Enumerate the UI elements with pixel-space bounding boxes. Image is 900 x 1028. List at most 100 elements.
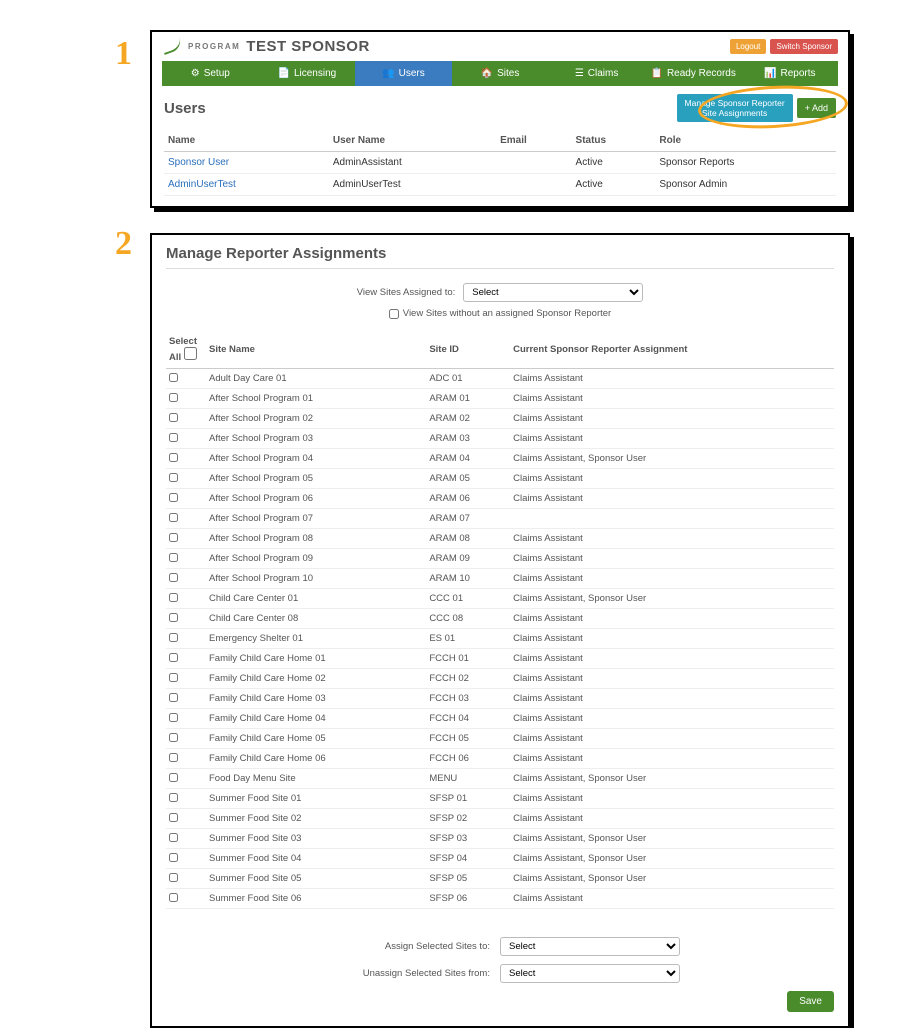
col-email[interactable]: Email — [496, 130, 571, 152]
assignment-cell: Claims Assistant — [510, 569, 834, 589]
select-cell — [166, 729, 206, 749]
nav-reports[interactable]: 📊 Reports — [741, 61, 838, 86]
row-checkbox[interactable] — [169, 653, 178, 662]
users-icon: 👥 — [382, 68, 394, 79]
row-checkbox[interactable] — [169, 833, 178, 842]
add-user-button[interactable]: + Add — [797, 98, 836, 118]
email-cell — [496, 152, 571, 174]
save-button[interactable]: Save — [787, 991, 834, 1012]
col-assignment[interactable]: Current Sponsor Reporter Assignment — [510, 331, 834, 369]
row-checkbox[interactable] — [169, 713, 178, 722]
assignment-cell: Claims Assistant, Sponsor User — [510, 769, 834, 789]
nav-users[interactable]: 👥 Users — [355, 61, 452, 86]
row-checkbox[interactable] — [169, 573, 178, 582]
table-row: Family Child Care Home 05FCCH 05Claims A… — [166, 729, 834, 749]
assignment-cell: Claims Assistant — [510, 369, 834, 389]
select-cell — [166, 849, 206, 869]
assign-select[interactable]: Select — [500, 937, 680, 956]
site-name-cell: Summer Food Site 06 — [206, 889, 426, 909]
row-checkbox[interactable] — [169, 513, 178, 522]
sites-table: Select All Site Name Site ID Current Spo… — [166, 331, 834, 909]
col-role[interactable]: Role — [655, 130, 836, 152]
row-checkbox[interactable] — [169, 813, 178, 822]
nav-claims[interactable]: ☰ Claims — [548, 61, 645, 86]
list-icon: ☰ — [575, 68, 584, 79]
sites-table-header: Select All Site Name Site ID Current Spo… — [166, 331, 834, 369]
site-name-cell: After School Program 03 — [206, 429, 426, 449]
row-checkbox[interactable] — [169, 613, 178, 622]
row-checkbox[interactable] — [169, 493, 178, 502]
without-reporter-checkbox[interactable] — [389, 309, 399, 319]
site-id-cell: ARAM 09 — [426, 549, 510, 569]
switch-sponsor-button[interactable]: Switch Sponsor — [770, 39, 838, 54]
row-checkbox[interactable] — [169, 533, 178, 542]
row-checkbox[interactable] — [169, 893, 178, 902]
site-id-cell: FCCH 03 — [426, 689, 510, 709]
col-status[interactable]: Status — [572, 130, 656, 152]
logout-button[interactable]: Logout — [730, 39, 766, 54]
nav-setup[interactable]: ⚙ Setup — [162, 61, 259, 86]
site-id-cell: SFSP 02 — [426, 809, 510, 829]
assignment-cell: Claims Assistant — [510, 789, 834, 809]
site-name-cell: Summer Food Site 04 — [206, 849, 426, 869]
select-cell — [166, 749, 206, 769]
user-name-link[interactable]: Sponsor User — [168, 157, 229, 168]
site-id-cell: ARAM 10 — [426, 569, 510, 589]
row-checkbox[interactable] — [169, 873, 178, 882]
role-cell: Sponsor Reports — [655, 152, 836, 174]
status-cell: Active — [572, 174, 656, 196]
manage-reporter-panel: Manage Reporter Assignments View Sites A… — [150, 233, 850, 1028]
select-cell — [166, 449, 206, 469]
table-row: Family Child Care Home 03FCCH 03Claims A… — [166, 689, 834, 709]
row-checkbox[interactable] — [169, 733, 178, 742]
table-row: AdminUserTestAdminUserTestActiveSponsor … — [164, 174, 836, 196]
row-checkbox[interactable] — [169, 693, 178, 702]
username-cell: AdminAssistant — [329, 152, 496, 174]
nav-licensing[interactable]: 📄 Licensing — [259, 61, 356, 86]
site-name-cell: After School Program 07 — [206, 509, 426, 529]
assignment-cell: Claims Assistant — [510, 489, 834, 509]
view-sites-filter: View Sites Assigned to: Select — [166, 283, 834, 302]
row-checkbox[interactable] — [169, 393, 178, 402]
unassign-select[interactable]: Select — [500, 964, 680, 983]
col-site-id[interactable]: Site ID — [426, 331, 510, 369]
row-checkbox[interactable] — [169, 373, 178, 382]
user-name-link[interactable]: AdminUserTest — [168, 179, 236, 190]
row-checkbox[interactable] — [169, 553, 178, 562]
unassign-row: Unassign Selected Sites from: Select — [166, 964, 834, 983]
row-checkbox[interactable] — [169, 673, 178, 682]
site-id-cell: CCC 01 — [426, 589, 510, 609]
col-site-name[interactable]: Site Name — [206, 331, 426, 369]
table-row: Summer Food Site 01SFSP 01Claims Assista… — [166, 789, 834, 809]
site-id-cell: ARAM 01 — [426, 389, 510, 409]
select-all-checkbox[interactable] — [184, 347, 197, 360]
col-name[interactable]: Name — [164, 130, 329, 152]
nav-ready-records[interactable]: 📋 Ready Records — [645, 61, 742, 86]
site-name-cell: Family Child Care Home 04 — [206, 709, 426, 729]
row-checkbox[interactable] — [169, 473, 178, 482]
row-checkbox[interactable] — [169, 773, 178, 782]
assignment-cell: Claims Assistant, Sponsor User — [510, 449, 834, 469]
logo-text: PROGRAM — [188, 42, 240, 51]
manage-reporter-assignments-button[interactable]: Manage Sponsor Reporter Site Assignments — [677, 94, 793, 122]
row-checkbox[interactable] — [169, 453, 178, 462]
manage-btn-line1: Manage Sponsor Reporter — [685, 98, 785, 108]
site-name-cell: Summer Food Site 03 — [206, 829, 426, 849]
view-sites-select[interactable]: Select — [463, 283, 643, 302]
col-username[interactable]: User Name — [329, 130, 496, 152]
select-cell — [166, 689, 206, 709]
row-checkbox[interactable] — [169, 753, 178, 762]
row-checkbox[interactable] — [169, 433, 178, 442]
select-cell — [166, 769, 206, 789]
site-id-cell: ARAM 08 — [426, 529, 510, 549]
logo-swoosh-icon — [162, 40, 182, 54]
row-checkbox[interactable] — [169, 793, 178, 802]
site-id-cell: ARAM 07 — [426, 509, 510, 529]
nav-sites[interactable]: 🏠 Sites — [452, 61, 549, 86]
row-checkbox[interactable] — [169, 413, 178, 422]
row-checkbox[interactable] — [169, 853, 178, 862]
row-checkbox[interactable] — [169, 593, 178, 602]
table-row: After School Program 03ARAM 03Claims Ass… — [166, 429, 834, 449]
save-row: Save — [166, 991, 834, 1012]
row-checkbox[interactable] — [169, 633, 178, 642]
